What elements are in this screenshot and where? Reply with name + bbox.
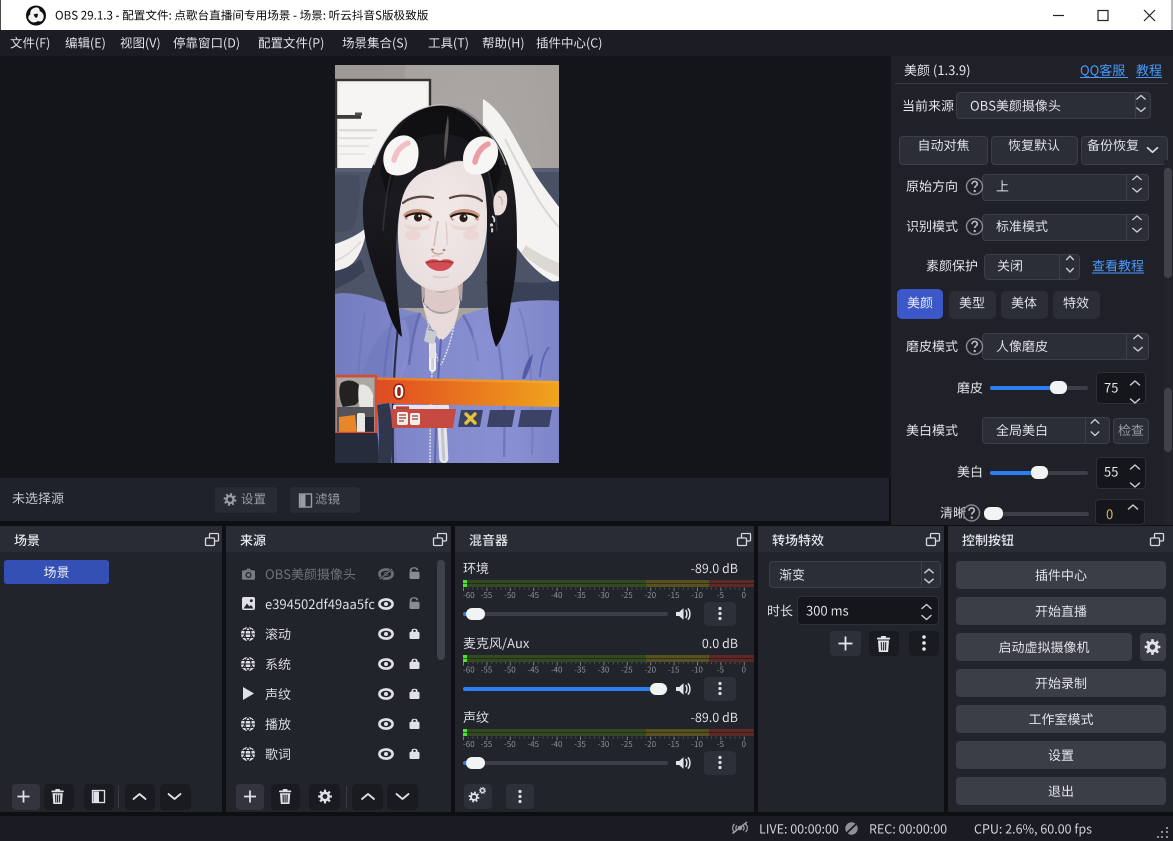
svg-text:0: 0 [394, 382, 404, 402]
